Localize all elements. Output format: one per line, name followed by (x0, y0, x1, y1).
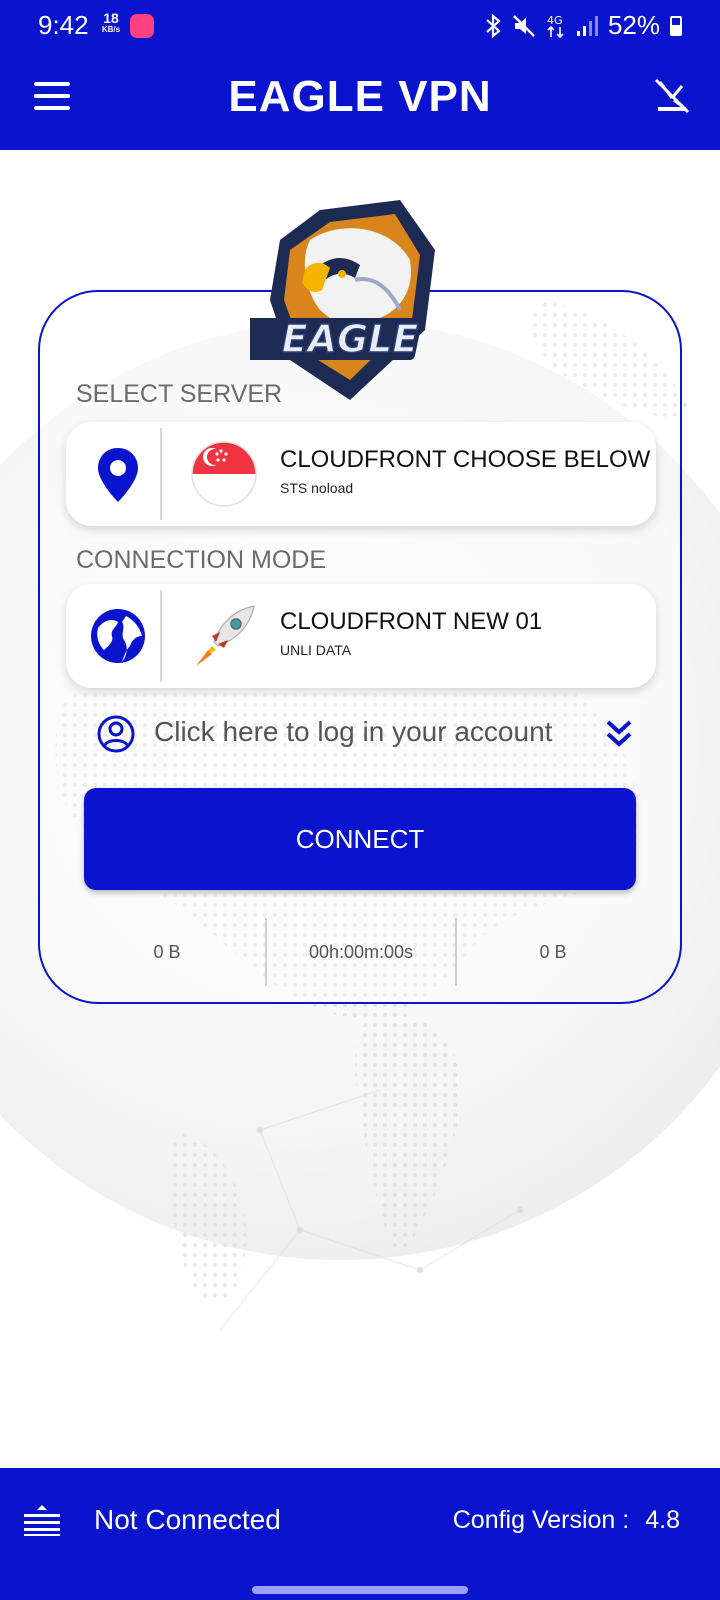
upload-bytes: 0 B (539, 942, 567, 962)
network-speed-unit: KB/s (101, 25, 121, 34)
notification-app-icon (130, 14, 154, 38)
connection-mode-label: CONNECTION MODE (76, 546, 326, 574)
row-divider (160, 590, 162, 682)
rocket-icon (196, 605, 255, 666)
double-chevron-down-icon (606, 720, 632, 747)
server-subtitle: STS noload (280, 480, 354, 496)
login-link[interactable]: Click here to log in your account (96, 712, 636, 756)
connect-button[interactable]: CONNECT (84, 788, 636, 890)
config-version-label: Config Version : (452, 1506, 630, 1534)
login-text: Click here to log in your account (154, 716, 553, 747)
battery-percent: 52% (607, 10, 660, 40)
gesture-handle[interactable] (252, 1586, 468, 1594)
bluetooth-icon (486, 13, 501, 38)
globe-icon (91, 609, 145, 663)
mode-name: CLOUDFRONT NEW 01 (280, 608, 543, 635)
status-time: 9:42 (38, 10, 89, 40)
location-pin-icon (98, 448, 138, 502)
mode-selector[interactable]: CLOUDFRONT NEW 01 UNLI DATA (66, 584, 656, 688)
config-version: Config Version : 4.8 (453, 1506, 680, 1535)
app-title: EAGLE VPN (228, 72, 492, 121)
stats-divider (265, 918, 267, 986)
server-selector[interactable]: CLOUDFRONT CHOOSE BELOW STS noload (66, 422, 656, 526)
4g-icon: 4G (547, 14, 564, 38)
log-drawer-icon[interactable] (24, 1504, 60, 1536)
bottom-status-bar: Not Connected Config Version : 4.8 (0, 1468, 720, 1600)
mute-icon (513, 14, 535, 37)
select-server-label: SELECT SERVER (76, 380, 283, 408)
traffic-stats: 0 B 00h:00m:00s 0 B (72, 918, 652, 986)
server-name: CLOUDFRONT CHOOSE BELOW (280, 446, 651, 473)
app-header: 9:42 18 KB/s 4G 52% EAGLE VPN (0, 0, 720, 150)
config-version-value: 4.8 (645, 1506, 680, 1534)
signal-icon (576, 15, 598, 36)
tools-icon[interactable] (652, 76, 692, 116)
eagle-logo-text: EAGLE (282, 317, 419, 361)
account-circle-icon (97, 715, 135, 753)
download-bytes: 0 B (153, 942, 181, 962)
svg-text:4G: 4G (547, 14, 563, 27)
connection-status: Not Connected (94, 1504, 281, 1535)
stats-divider (455, 918, 457, 986)
singapore-flag-icon (191, 441, 257, 507)
status-bar: 9:42 18 KB/s 4G 52% (0, 0, 720, 52)
mode-subtitle: UNLI DATA (280, 642, 352, 658)
row-divider (160, 428, 162, 520)
eagle-logo: EAGLE (250, 200, 435, 400)
network-speed: 18 KB/s (98, 11, 124, 36)
session-duration: 00h:00m:00s (308, 942, 414, 962)
battery-icon (670, 15, 682, 36)
status-icons: 4G 52% (484, 10, 682, 41)
